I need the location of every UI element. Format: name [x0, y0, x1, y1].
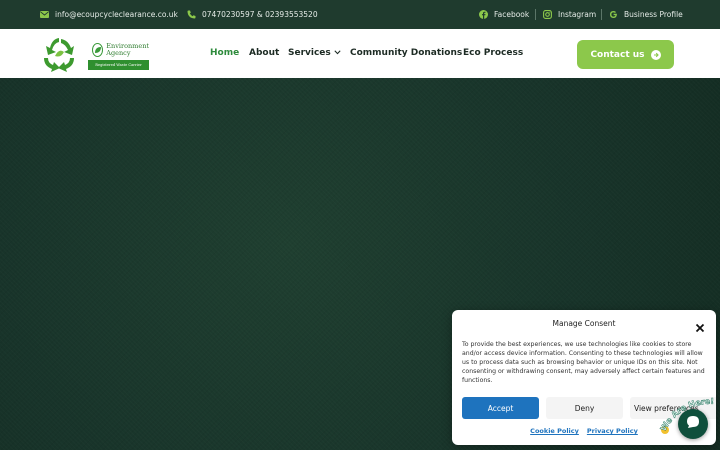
arrow-right-icon [650, 49, 661, 60]
contact-us-button[interactable]: Contact us [577, 40, 674, 69]
instagram-label: Instagram [558, 10, 597, 19]
nav-services[interactable]: Services [288, 48, 341, 58]
business-profile-label: Business Profile [624, 10, 683, 19]
facebook-icon [479, 10, 488, 19]
consent-title: Manage Consent [552, 319, 616, 328]
nav-eco-process[interactable]: Eco Process [463, 48, 523, 58]
email-link[interactable]: info@ecoupcycleclearance.co.uk [40, 0, 178, 29]
divider [535, 9, 536, 20]
nav-home[interactable]: Home [210, 48, 239, 58]
instagram-link[interactable]: Instagram [543, 0, 596, 29]
google-icon [609, 10, 618, 19]
accept-button[interactable]: Accept [462, 397, 539, 419]
email-text: info@ecoupcycleclearance.co.uk [55, 10, 178, 19]
leaf-icon [92, 42, 104, 57]
chevron-down-icon [334, 48, 341, 58]
header: Environment Agency Registered Waste Carr… [0, 29, 720, 78]
phone-icon [187, 10, 196, 19]
recycle-logo[interactable] [38, 36, 80, 72]
facebook-link[interactable]: Facebook [479, 0, 529, 29]
instagram-icon [543, 10, 552, 19]
business-profile-link[interactable]: Business Profile [609, 0, 683, 29]
nav-services-label: Services [288, 48, 331, 58]
nav-about[interactable]: About [249, 48, 279, 58]
nav-community-donations[interactable]: Community Donations [350, 48, 462, 58]
facebook-label: Facebook [494, 10, 530, 19]
chat-icon [685, 414, 701, 434]
consent-body: To provide the best experiences, we use … [462, 341, 705, 384]
top-bar: info@ecoupcycleclearance.co.uk 074702305… [0, 0, 720, 29]
chat-launcher-button[interactable] [678, 409, 708, 439]
contact-us-label: Contact us [590, 49, 645, 60]
phone-text: 07470230597 & 02393553520 [202, 10, 318, 19]
phone-link[interactable]: 07470230597 & 02393553520 [187, 0, 318, 29]
registered-carrier-strip: Registered Waste Carrier [88, 60, 149, 70]
deny-button[interactable]: Deny [546, 397, 623, 419]
divider [601, 9, 602, 20]
privacy-policy-link[interactable]: Privacy Policy [587, 427, 638, 435]
cookie-policy-link[interactable]: Cookie Policy [530, 427, 579, 435]
agency-name-line2: Agency [106, 48, 131, 57]
envelope-icon [40, 10, 49, 19]
close-icon[interactable] [695, 318, 705, 333]
environment-agency-badge: Environment Agency Registered Waste Carr… [88, 40, 149, 71]
